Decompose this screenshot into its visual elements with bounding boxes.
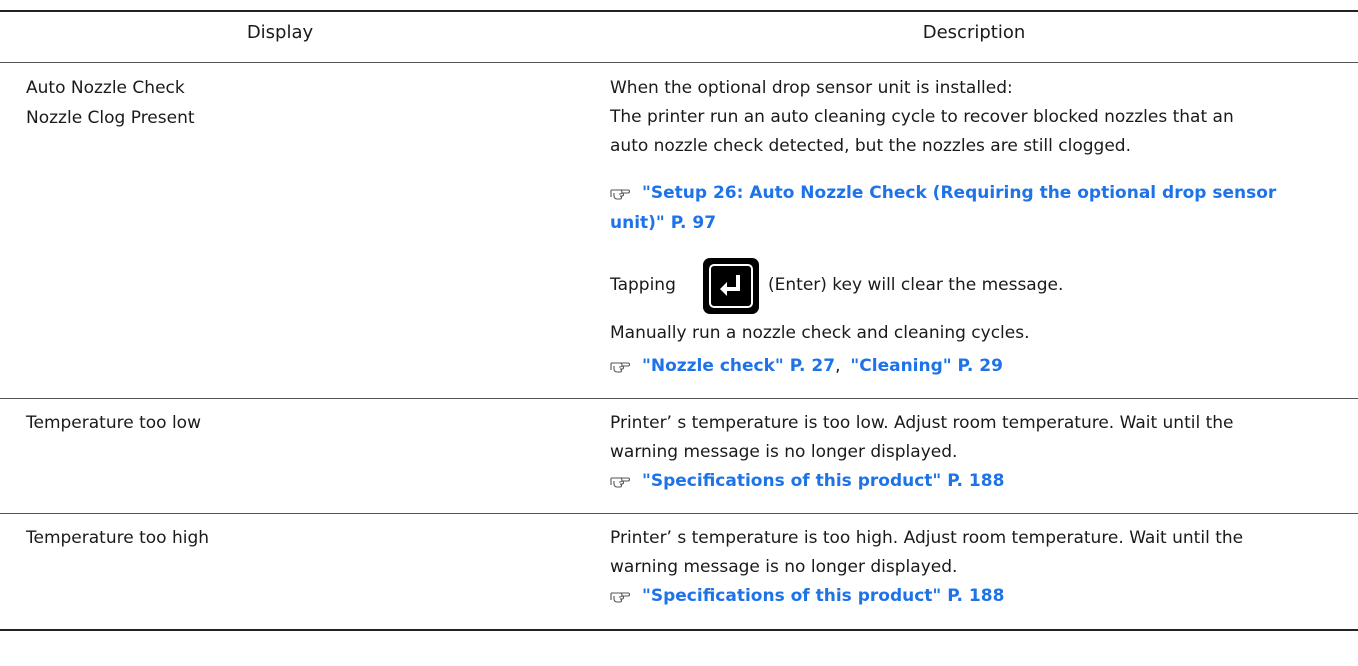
row3-desc-line1: Printer’ s temperature is too high. Adju…	[610, 528, 1244, 548]
manual-text: Manually run a nozzle check and cleaning…	[610, 323, 1030, 343]
ref-nozzle-cleaning: "Nozzle check" P. 27, "Cleaning" P. 29	[610, 351, 1003, 381]
row1-desc-line1: When the optional drop sensor unit is in…	[610, 78, 1013, 98]
row1-display-line1: Auto Nozzle Check	[26, 78, 185, 98]
row3-display: Temperature too high	[26, 523, 209, 553]
row1-desc-line2: The printer run an auto cleaning cycle t…	[610, 107, 1234, 127]
ref-setup26-text1: "Setup 26: Auto Nozzle Check (Requiring …	[642, 183, 1277, 203]
pointing-hand-icon	[610, 583, 632, 603]
pointing-hand-icon	[610, 353, 632, 373]
pointing-hand-icon	[610, 468, 632, 488]
row2-display: Temperature too low	[26, 408, 201, 438]
row2-rule	[0, 513, 1358, 514]
tap-text-after: (Enter) key will clear the message.	[768, 275, 1064, 295]
ref-separator: ,	[835, 356, 841, 376]
enter-key-icon	[703, 258, 759, 314]
row1-display: Auto Nozzle Check Nozzle Clog Present	[26, 73, 195, 133]
cleaning-link[interactable]: "Cleaning" P. 29	[850, 356, 1003, 376]
row3-spec-text: "Specifications of this product" P. 188	[642, 586, 1005, 606]
table-top-rule	[0, 10, 1358, 12]
row1-rule	[0, 398, 1358, 399]
ref-setup26-link[interactable]: "Setup 26: Auto Nozzle Check (Requiring …	[610, 178, 1276, 208]
row2-desc-line2: warning message is no longer displayed.	[610, 442, 958, 462]
header-rule	[0, 62, 1358, 63]
ref-setup26-link-line2[interactable]: unit)" P. 97	[610, 208, 716, 238]
nozzle-check-link[interactable]: "Nozzle check" P. 27	[642, 356, 835, 376]
pointing-hand-icon	[610, 180, 632, 200]
row2-spec-text: "Specifications of this product" P. 188	[642, 471, 1005, 491]
table-bottom-rule	[0, 629, 1358, 631]
tap-text-before: Tapping	[610, 275, 676, 295]
row1-desc-line3: auto nozzle check detected, but the nozz…	[610, 136, 1131, 156]
row3-desc-line2: warning message is no longer displayed.	[610, 557, 958, 577]
row3-spec-link[interactable]: "Specifications of this product" P. 188	[610, 581, 1004, 611]
header-display: Display	[246, 22, 314, 43]
row3-display-line1: Temperature too high	[26, 528, 210, 548]
row2-desc-line1: Printer’ s temperature is too low. Adjus…	[610, 413, 1234, 433]
row2-display-line1: Temperature too low	[26, 413, 201, 433]
row2-spec-link[interactable]: "Specifications of this product" P. 188	[610, 466, 1004, 496]
header-description: Description	[922, 22, 1026, 43]
row1-display-line2: Nozzle Clog Present	[26, 108, 195, 128]
